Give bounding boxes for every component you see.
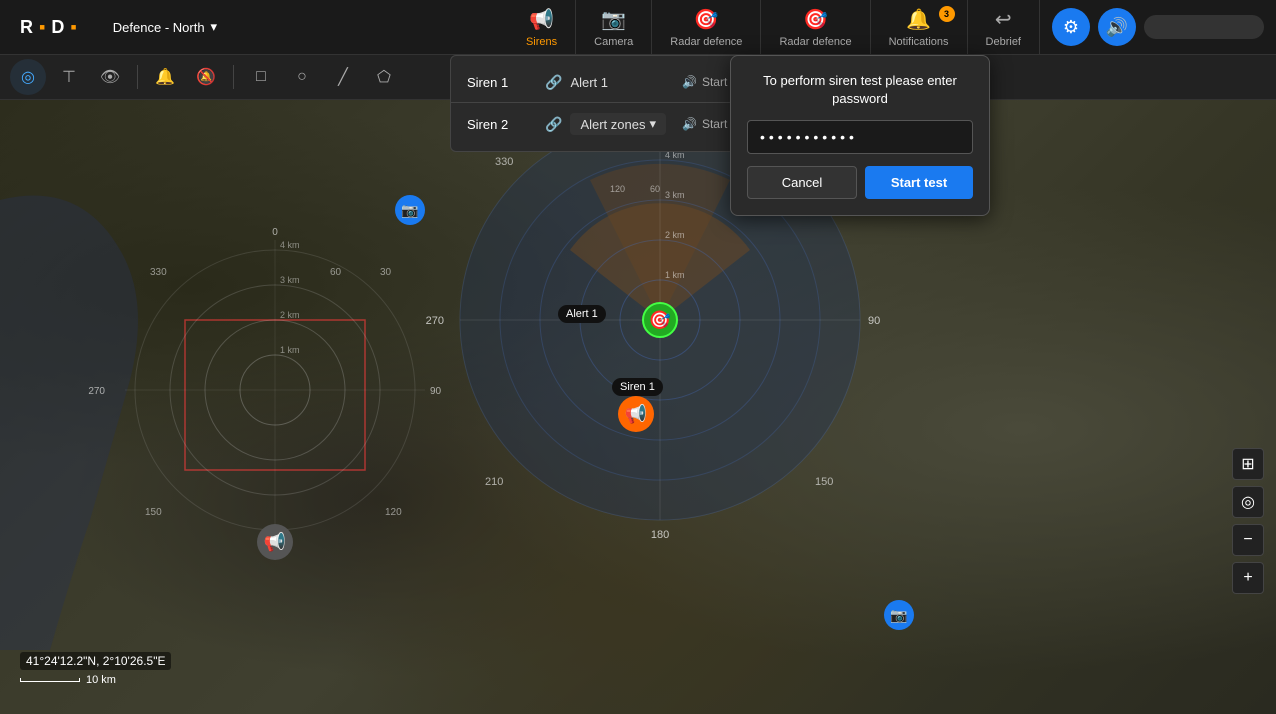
toolbar-divider1 [137,65,138,89]
link-icon-2: 🔗 [545,116,562,133]
tool-bell-off[interactable]: 🔕 [188,59,224,95]
bell-icon: 🔔 [155,67,175,87]
start-test-button[interactable]: Start test [865,166,973,199]
logo-text: R [20,17,37,38]
camera-label: Camera [594,36,633,48]
dropdown-row-siren1: Siren 1 🔗 Alert 1 🔊 Start test [451,64,774,100]
settings-icon: ⚙ [1063,17,1079,38]
scale-label: 10 km [86,674,116,686]
tool-polygon[interactable]: ⬠ [366,59,402,95]
tool-circle[interactable]: ○ [284,59,320,95]
tool-bell[interactable]: 🔔 [147,59,183,95]
dropdown-row-siren2: Siren 2 🔗 Alert zones ▾ 🔊 Start test [451,105,774,143]
alert-zones-dropdown[interactable]: Alert zones ▾ [570,113,666,135]
logo-text2: D [51,17,68,38]
siren2-marker[interactable]: 📢 [257,524,293,560]
chevron-down-icon: ▾ [649,116,656,132]
notifications-badge: 3 [939,6,955,22]
alert1-label: Alert 1 [558,305,606,323]
sound-button[interactable]: 🔊 [1098,8,1136,46]
siren1-name: Siren 1 [467,75,537,90]
map-controls: ⊞ ◎ − + [1232,448,1264,594]
zoom-in-button[interactable]: + [1232,562,1264,594]
siren1-label: Siren 1 [612,378,663,396]
nav-sirens[interactable]: 📢 Sirens [508,0,576,54]
notifications-label: Notifications [889,36,949,48]
siren2-name: Siren 2 [467,117,537,132]
speaker-icon-2: 🔊 [682,117,697,131]
radar-center-marker: 🎯 [642,302,678,338]
password-dialog: To perform siren test please enter passw… [730,55,990,216]
nav-debrief[interactable]: ↩ Debrief [968,0,1040,54]
scale-line [20,678,80,682]
scale-bar: 41°24'12.2"N, 2°10'26.5"E 10 km [20,652,171,686]
dropdown-menu: Siren 1 🔗 Alert 1 🔊 Start test Siren 2 🔗… [450,55,775,152]
password-input[interactable] [747,120,973,154]
tool-square[interactable]: □ [243,59,279,95]
nav-right: ⚙ 🔊 [1040,8,1276,46]
location-chevron: ▾ [211,19,218,35]
line-icon: ╱ [338,67,348,87]
speaker-icon-1: 🔊 [682,75,697,89]
tool-line[interactable]: ╱ [325,59,361,95]
location-text: Defence - North [113,20,205,35]
toolbar-divider2 [233,65,234,89]
filter-icon: ⊤ [62,67,76,87]
radar1-icon: 🎯 [694,7,719,32]
logo-dot1: ▪ [39,17,49,38]
logo-dot2: ▪ [70,17,80,38]
sirens-icon: 📢 [529,7,554,32]
dialog-buttons: Cancel Start test [747,166,973,199]
navbar: R ▪ D ▪ Defence - North ▾ 📢 Sirens 📷 Cam… [0,0,1276,55]
radar2-label: Radar defence [779,36,851,48]
alert-zones-btn[interactable]: Alert zones ▾ [570,113,666,135]
alert-zones-text: Alert zones [580,117,645,132]
sound-icon: 🔊 [1106,17,1128,38]
tool-target[interactable]: ◎ [10,59,46,95]
target-icon: ◎ [21,67,35,87]
nav-notifications[interactable]: 🔔 3 Notifications [871,0,968,54]
bell-off-icon: 🔕 [196,67,216,87]
debrief-label: Debrief [986,36,1021,48]
location-selector[interactable]: Defence - North ▾ [101,13,229,41]
nav-tools: 📢 Sirens 📷 Camera 🎯 Radar defence 🎯 Rada… [508,0,1040,54]
radar2-icon: 🎯 [803,7,828,32]
camera-marker-2[interactable]: 📷 [884,600,914,630]
dropdown-divider [451,102,774,103]
zoom-out-button[interactable]: − [1232,524,1264,556]
notifications-icon: 🔔 [906,7,931,32]
debrief-icon: ↩ [995,7,1012,32]
nav-radar2[interactable]: 🎯 Radar defence [761,0,870,54]
coordinates: 41°24'12.2"N, 2°10'26.5"E [20,652,171,670]
logo: R ▪ D ▪ [0,17,101,38]
settings-button[interactable]: ⚙ [1052,8,1090,46]
nav-radar1[interactable]: 🎯 Radar defence [652,0,761,54]
compass-button[interactable]: ◎ [1232,486,1264,518]
tool-eye[interactable]: 👁 [92,59,128,95]
link-icon-1: 🔗 [545,74,562,91]
user-bar [1144,15,1264,39]
circle-draw-icon: ○ [297,68,307,86]
alert1-dropdown-label: Alert 1 [570,75,666,90]
sirens-label: Sirens [526,36,557,48]
radar1-label: Radar defence [670,36,742,48]
square-icon: □ [256,68,266,86]
dialog-title: To perform siren test please enter passw… [747,72,973,108]
nav-camera[interactable]: 📷 Camera [576,0,652,54]
polygon-icon: ⬠ [377,67,391,87]
siren1-marker[interactable]: 📢 [618,396,654,432]
layers-button[interactable]: ⊞ [1232,448,1264,480]
camera-marker-1[interactable]: 📷 [395,195,425,225]
camera-icon: 📷 [601,7,626,32]
eye-icon: 👁 [100,67,120,87]
tool-filter[interactable]: ⊤ [51,59,87,95]
cancel-button[interactable]: Cancel [747,166,857,199]
